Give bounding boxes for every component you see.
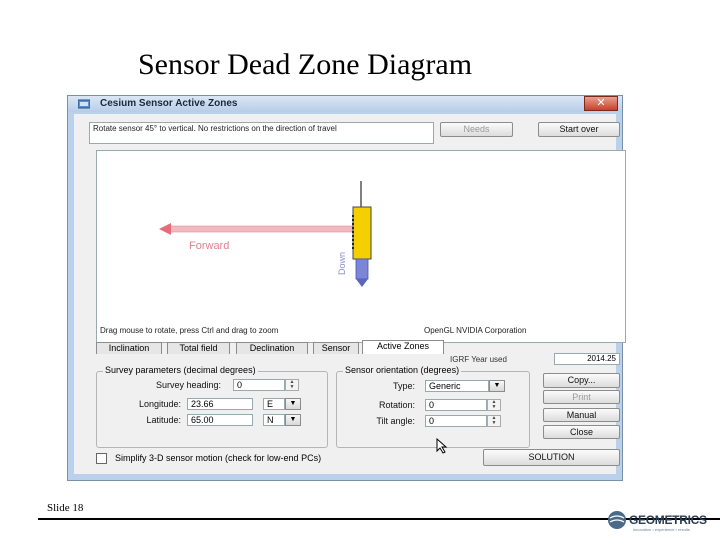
survey-parameters-group: Survey parameters (decimal degrees) Surv… <box>96 365 328 448</box>
simplify-motion-label: Simplify 3-D sensor motion (check for lo… <box>115 453 322 463</box>
rotation-spinner[interactable]: ▲ ▼ <box>487 399 501 411</box>
sensor-type-label: Type: <box>392 381 415 391</box>
geometrics-logo: GEOMETRICS <box>629 513 707 527</box>
tilt-angle-spinner[interactable]: ▲ ▼ <box>487 415 501 427</box>
tab-declination[interactable]: Declination <box>236 342 308 354</box>
sensor-down-tip <box>355 258 369 280</box>
tab-inclination[interactable]: Inclination <box>96 342 162 354</box>
sensor-zones-window: Cesium Sensor Active Zones ✕ Rotate sens… <box>67 95 626 481</box>
rotation-field[interactable]: 0 <box>425 399 487 411</box>
mouse-cursor-icon <box>436 438 448 454</box>
forward-arrow-shaft <box>166 225 354 233</box>
tilt-angle-field[interactable]: 0 <box>425 415 487 427</box>
view-status-hint: Drag mouse to rotate, press Ctrl and dra… <box>100 326 279 335</box>
sensor-graphic: Down <box>159 181 372 287</box>
survey-parameters-title: Survey parameters (decimal degrees) <box>103 365 258 375</box>
copy-button[interactable]: Copy... <box>543 373 620 388</box>
manual-button[interactable]: Manual <box>543 408 620 422</box>
sensor-type-dropdown-icon[interactable]: ▼ <box>489 380 505 392</box>
igrf-year-field[interactable]: 2014.25 <box>554 353 620 365</box>
app-icon <box>78 99 90 109</box>
latitude-direction-select[interactable]: N <box>263 414 285 426</box>
tilt-angle-label: Tilt angle: <box>376 416 415 426</box>
longitude-dropdown-icon[interactable]: ▼ <box>285 398 301 410</box>
close-window-button[interactable]: ✕ <box>584 96 618 111</box>
down-label: Down <box>337 252 347 275</box>
slide-title: Sensor Dead Zone Diagram <box>137 48 473 81</box>
tab-total-field[interactable]: Total field <box>167 342 230 354</box>
forward-label: Forward <box>189 240 230 252</box>
geometrics-logo-icon <box>608 511 626 529</box>
sensor-3d-view[interactable]: Down Forward <box>96 150 626 343</box>
longitude-direction-select[interactable]: E <box>263 398 285 410</box>
sensor-orientation-title: Sensor orientation (degrees) <box>343 365 462 375</box>
rotation-label: Rotation: <box>378 400 415 410</box>
sensor-body <box>352 206 372 260</box>
longitude-field[interactable]: 23.66 <box>187 398 253 410</box>
window-client-area: Rotate sensor 45° to vertical. No restri… <box>74 114 626 474</box>
instruction-text: Rotate sensor 45° to vertical. No restri… <box>89 122 434 144</box>
print-button[interactable]: Print <box>543 390 620 404</box>
logo-tagline: innovation • experience • results <box>633 527 690 532</box>
solution-button[interactable]: SOLUTION <box>483 449 620 466</box>
tab-sensor[interactable]: Sensor <box>313 342 359 354</box>
simplify-motion-row[interactable]: Simplify 3-D sensor motion (check for lo… <box>96 453 322 465</box>
forward-arrow-head <box>159 223 171 235</box>
latitude-dropdown-icon[interactable]: ▼ <box>285 414 301 426</box>
sensor-orientation-group: Sensor orientation (degrees) Type: Gener… <box>336 365 530 448</box>
igrf-year-label: IGRF Year used <box>450 355 507 364</box>
window-titlebar[interactable]: Cesium Sensor Active Zones ✕ <box>68 96 622 112</box>
needs-button[interactable]: Needs <box>440 122 513 137</box>
latitude-label: Latitude: <box>146 415 181 425</box>
simplify-motion-checkbox[interactable] <box>96 453 107 465</box>
latitude-field[interactable]: 65.00 <box>187 414 253 426</box>
close-button[interactable]: Close <box>543 425 620 439</box>
tab-active-zones[interactable]: Active Zones <box>362 340 444 354</box>
survey-heading-label: Survey heading: <box>155 380 221 390</box>
longitude-label: Longitude: <box>138 399 181 409</box>
start-over-button[interactable]: Start over <box>538 122 620 137</box>
opengl-status: OpenGL NVIDIA Corporation <box>424 326 527 335</box>
slide-number: Slide 18 <box>47 502 84 514</box>
survey-heading-spinner[interactable]: ▲ ▼ <box>285 379 299 391</box>
sensor-type-select[interactable]: Generic <box>425 380 489 392</box>
survey-heading-field[interactable]: 0 <box>233 379 285 391</box>
window-title: Cesium Sensor Active Zones <box>100 98 238 109</box>
